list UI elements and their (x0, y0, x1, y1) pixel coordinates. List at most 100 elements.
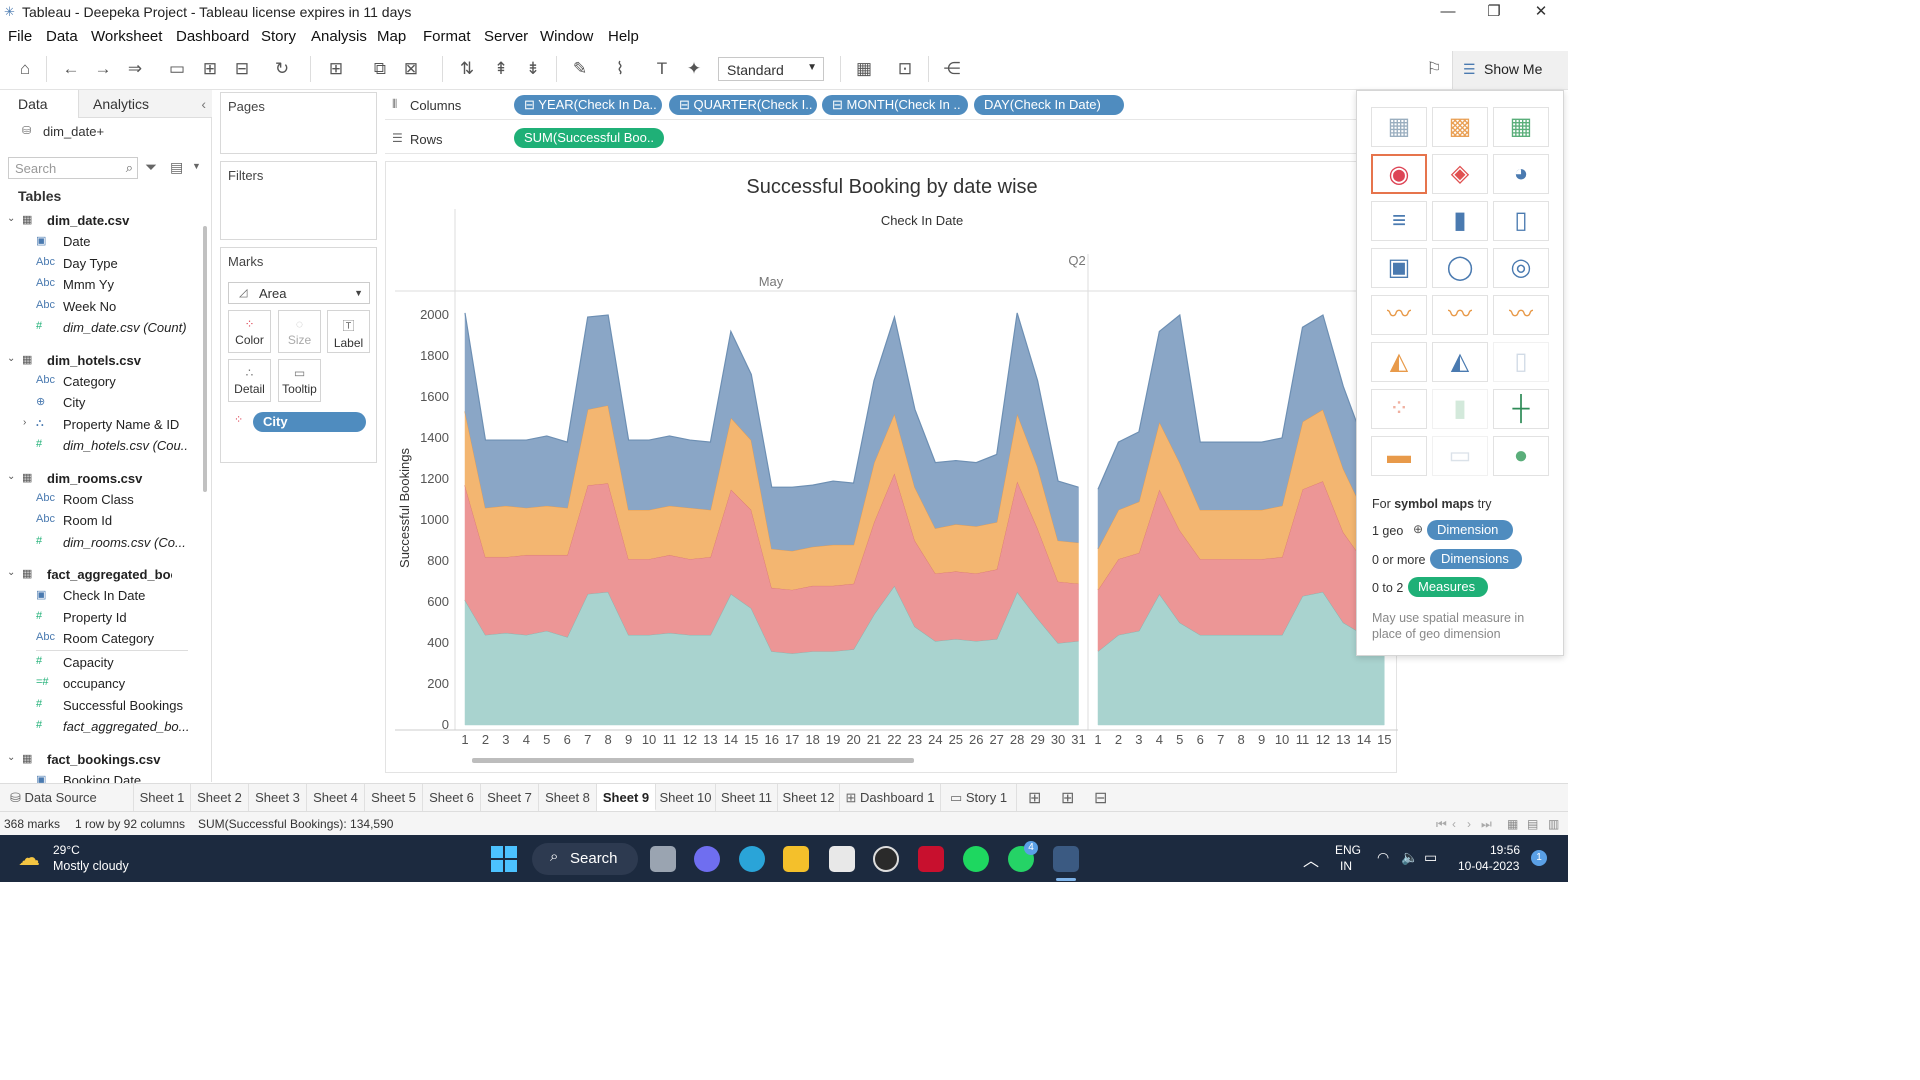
field-item[interactable]: # Capacity (0, 653, 200, 674)
chevron-down-icon[interactable]: ⌄ (7, 567, 15, 578)
tab-sheet-1[interactable]: Sheet 1 (134, 784, 191, 811)
column-pill-year[interactable]: ⊟ YEAR(Check In Da.. (514, 95, 662, 115)
menu-help[interactable]: Help (608, 28, 639, 45)
color-button[interactable]: ⁘ Color (228, 310, 271, 353)
format-painter-icon[interactable]: ⚐ (1422, 58, 1446, 80)
table-1[interactable]: ⌄ ▦ dim_hotels.csv (0, 351, 200, 372)
menu-analysis[interactable]: Analysis (311, 28, 367, 45)
worksheet-view[interactable]: Successful Booking by date wise Check In… (385, 161, 1398, 774)
filled-map-thumbnail[interactable]: ◈ (1432, 154, 1488, 194)
clear-sheet-icon[interactable]: ⊠ (399, 58, 423, 80)
field-item[interactable]: # fact_aggregated_bo... (0, 717, 200, 738)
columns-shelf[interactable]: ⦀ Columns ⊟ YEAR(Check In Da.. ⊟ QUARTER… (385, 92, 1357, 120)
weather-icon[interactable]: ☁ (18, 845, 40, 871)
new-worksheet-icon[interactable]: ⊞ (324, 58, 348, 80)
chevron-right-icon[interactable]: › (23, 417, 26, 428)
tab-sheet-9[interactable]: Sheet 9 (597, 784, 656, 811)
tab-sheet-3[interactable]: Sheet 3 (249, 784, 307, 811)
tab-data[interactable]: Data (0, 90, 78, 118)
redo-icon[interactable]: → (91, 58, 115, 80)
datasource-name[interactable]: dim_date+ (43, 124, 104, 139)
clock-time[interactable]: 19:56 (1490, 843, 1520, 857)
taskbar-search[interactable]: ⌕ Search (532, 843, 638, 875)
chevron-down-icon[interactable]: ▼ (192, 161, 201, 171)
circle-views-thumbnail[interactable]: ◯ (1432, 248, 1488, 288)
pages-card[interactable]: Pages (220, 92, 377, 154)
area-discrete-thumbnail[interactable]: ◭ (1432, 342, 1488, 382)
tab-sheet-2[interactable]: Sheet 2 (191, 784, 249, 811)
search-field[interactable]: Search ⌕ (8, 157, 138, 179)
volume-icon[interactable]: 🔈 (1401, 849, 1418, 866)
dual-combination-thumbnail[interactable]: ▯ (1493, 342, 1549, 382)
mark-type-select[interactable]: ◿ Area ▼ (228, 282, 370, 304)
column-pill-quarter[interactable]: ⊟ QUARTER(Check I.. (669, 95, 817, 115)
symbol-map-thumbnail[interactable]: ◉ (1371, 154, 1427, 194)
labels-icon[interactable]: T (650, 58, 674, 80)
group-icon[interactable]: ⌇ (608, 58, 632, 80)
table-3[interactable]: ⌄ ▦ fact_aggregated_boo... (0, 565, 200, 586)
highlight-icon[interactable]: ✎ (568, 58, 592, 80)
tabs-view-icon[interactable]: ▥ (1548, 817, 1559, 831)
tab-story-1[interactable]: ▭ Story 1 (941, 784, 1017, 811)
pause-updates-icon[interactable]: ⊟ (230, 58, 254, 80)
wifi-icon[interactable]: ◠ (1377, 849, 1389, 866)
side-by-side-bars-thumbnail[interactable]: ▯ (1493, 201, 1549, 241)
size-button[interactable]: ◌ Size (278, 310, 321, 353)
dell-icon[interactable] (873, 846, 899, 872)
pie-chart-thumbnail[interactable]: ◕ (1493, 154, 1549, 194)
bullet-graph-thumbnail[interactable]: ▭ (1432, 436, 1488, 476)
home-icon[interactable]: ⌂ (13, 58, 37, 80)
teams-icon[interactable] (694, 846, 720, 872)
close-button[interactable]: ✕ (1518, 0, 1564, 24)
tab-sheet-10[interactable]: Sheet 10 (656, 784, 716, 811)
field-item[interactable]: # dim_hotels.csv (Cou... (0, 436, 200, 457)
pin-icon[interactable]: ✦ (682, 58, 706, 80)
field-item[interactable]: Abc Mmm Yy (0, 275, 200, 296)
chevron-down-icon[interactable]: ⌄ (7, 471, 15, 482)
line-continuous-thumbnail[interactable]: 〰 (1371, 295, 1427, 335)
swap-icon[interactable]: ⇅ (455, 58, 479, 80)
horizontal-bars-thumbnail[interactable]: ≡ (1371, 201, 1427, 241)
refresh-icon[interactable]: ↻ (270, 58, 294, 80)
treemap-thumbnail[interactable]: ▣ (1371, 248, 1427, 288)
menu-dashboard[interactable]: Dashboard (176, 28, 249, 45)
battery-icon[interactable]: ▭ (1424, 849, 1437, 866)
last-page-icon[interactable]: ⏭ (1481, 817, 1492, 832)
field-item[interactable]: # dim_rooms.csv (Co... (0, 533, 200, 554)
tab-sheet-8[interactable]: Sheet 8 (539, 784, 597, 811)
notification-badge[interactable]: 1 (1531, 850, 1547, 866)
collapse-icon[interactable]: ‹ (201, 90, 206, 118)
table-0[interactable]: ⌄ ▦ dim_date.csv (0, 211, 200, 232)
language-primary[interactable]: ENG (1335, 843, 1361, 857)
tab-sheet-4[interactable]: Sheet 4 (307, 784, 365, 811)
chevron-down-icon[interactable]: ⌄ (7, 353, 15, 364)
field-item[interactable]: Abc Week No (0, 297, 200, 318)
gantt-chart-thumbnail[interactable]: ▬ (1371, 436, 1427, 476)
mcafee-icon[interactable] (918, 846, 944, 872)
label-button[interactable]: 🅃 Label (327, 310, 370, 353)
stacked-bars-thumbnail[interactable]: ▮ (1432, 201, 1488, 241)
line-discrete-thumbnail[interactable]: 〰 (1432, 295, 1488, 335)
area-chart[interactable]: Successful Booking by date wise Check In… (386, 162, 1398, 774)
tab-data-source[interactable]: ⛁ Data Source (0, 784, 134, 811)
packed-bubbles-thumbnail[interactable]: ● (1493, 436, 1549, 476)
view-options-icon[interactable]: ▤ (170, 159, 183, 176)
table-2[interactable]: ⌄ ▦ dim_rooms.csv (0, 469, 200, 490)
filters-card[interactable]: Filters (220, 161, 377, 240)
menu-map[interactable]: Map (377, 28, 406, 45)
duplicate-sheet-icon[interactable]: ⧉ (368, 58, 392, 80)
show-me-button[interactable]: ☰ Show Me (1452, 51, 1568, 89)
film-view-icon[interactable]: ▤ (1527, 817, 1538, 831)
menu-window[interactable]: Window (540, 28, 593, 45)
scatter-plot-thumbnail[interactable]: ⁘ (1371, 389, 1427, 429)
tableau-taskbar-icon[interactable] (1053, 846, 1079, 872)
edge-icon[interactable] (739, 846, 765, 872)
heat-map-thumbnail[interactable]: ▩ (1432, 107, 1488, 147)
restore-button[interactable]: ❐ (1471, 0, 1517, 24)
filter-icon[interactable]: ⏷ (145, 159, 157, 176)
side-by-side-circles-thumbnail[interactable]: ◎ (1493, 248, 1549, 288)
undo-icon[interactable]: ← (59, 58, 83, 80)
field-item[interactable]: › ⛬ Property Name & ID (0, 415, 200, 436)
first-page-icon[interactable]: ⏮ (1436, 817, 1447, 832)
replay-icon[interactable]: ⇒ (123, 58, 147, 80)
